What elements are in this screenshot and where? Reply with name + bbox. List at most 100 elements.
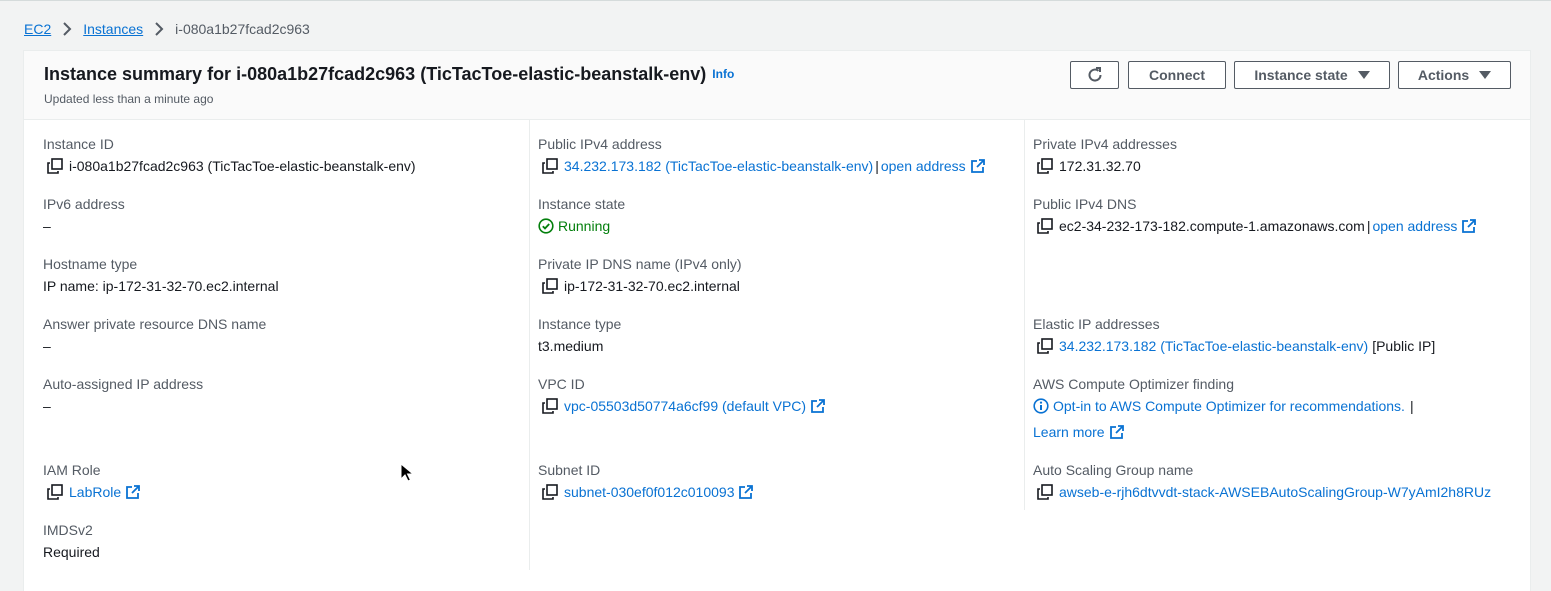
breadcrumb-current: i-080a1b27fcad2c963 (175, 21, 310, 37)
chevron-right-icon (155, 22, 164, 36)
actions-button[interactable]: Actions (1398, 61, 1511, 89)
instance-summary-panel: Instance summary for i-080a1b27fcad2c963… (24, 51, 1530, 591)
field-answer-dns: Answer private resource DNS name – (43, 314, 266, 356)
copy-icon[interactable] (1037, 158, 1053, 174)
details-column-3: Private IPv4 addresses 172.31.32.70 Publ… (1024, 120, 1531, 510)
field-instance-id: Instance ID i-080a1b27fcad2c963 (TicTacT… (43, 134, 416, 176)
external-link-icon[interactable] (811, 399, 825, 413)
field-label: IAM Role (43, 462, 101, 478)
copy-icon[interactable] (542, 158, 558, 174)
open-address-link[interactable]: open address (881, 156, 966, 176)
field-public-ipv4: Public IPv4 address 34.232.173.182 (TicT… (538, 134, 985, 176)
field-value: IP name: ip-172-31-32-70.ec2.internal (43, 278, 279, 294)
field-label: Elastic IP addresses (1033, 316, 1160, 332)
field-auto-scaling-group: Auto Scaling Group name awseb-e-rjh6dtvv… (1033, 460, 1491, 502)
field-label: Public IPv4 address (538, 136, 662, 152)
field-private-ip-dns: Private IP DNS name (IPv4 only) ip-172-3… (538, 254, 742, 296)
field-imdsv2: IMDSv2 Required (43, 520, 100, 562)
caret-down-icon (1357, 71, 1370, 79)
field-label: Instance state (538, 196, 626, 212)
field-vpc-id: VPC ID vpc-05503d50774a6cf99 (default VP… (538, 374, 825, 416)
field-hostname-type: Hostname type IP name: ip-172-31-32-70.e… (43, 254, 279, 296)
external-link-icon[interactable] (1462, 219, 1477, 233)
breadcrumb-instances[interactable]: Instances (83, 21, 143, 37)
status-running: Running (558, 218, 611, 234)
field-elastic-ip: Elastic IP addresses 34.232.173.182 (Tic… (1033, 314, 1435, 356)
copy-icon[interactable] (542, 398, 558, 414)
field-ipv6-address: IPv6 address – (43, 194, 125, 236)
caret-down-icon (1479, 71, 1492, 79)
learn-more-link[interactable]: Learn more (1033, 422, 1105, 442)
page-title: Instance summary for i-080a1b27fcad2c963… (44, 64, 734, 85)
field-value: Required (43, 544, 100, 560)
field-subnet-id: Subnet ID subnet-030ef0f012c010093 (538, 460, 754, 502)
public-ipv4-link[interactable]: 34.232.173.182 (TicTacToe-elastic-beanst… (564, 156, 873, 176)
breadcrumb-ec2[interactable]: EC2 (24, 21, 51, 37)
refresh-icon (1088, 67, 1102, 82)
field-label: Subnet ID (538, 462, 601, 478)
field-value: i-080a1b27fcad2c963 (TicTacToe-elastic-b… (69, 158, 416, 174)
field-value: ec2-34-232-173-182.compute-1.amazonaws.c… (1059, 218, 1365, 234)
field-value: – (43, 218, 51, 234)
separator: | (1366, 218, 1371, 234)
breadcrumb: EC2 Instances i-080a1b27fcad2c963 (24, 19, 310, 39)
copy-icon[interactable] (542, 278, 558, 294)
external-link-icon[interactable] (970, 159, 985, 173)
field-value: ip-172-31-32-70.ec2.internal (564, 278, 740, 294)
mouse-pointer-icon (400, 463, 414, 482)
copy-icon[interactable] (47, 158, 63, 174)
details-column-2: Public IPv4 address 34.232.173.182 (TicT… (529, 120, 1025, 570)
separator: | (875, 158, 879, 174)
field-label: IPv6 address (43, 196, 125, 212)
elastic-ip-link[interactable]: 34.232.173.182 (TicTacToe-elastic-beanst… (1059, 336, 1368, 356)
success-check-icon (538, 218, 554, 234)
top-divider (0, 0, 1551, 1)
iam-role-link[interactable]: LabRole (69, 482, 121, 502)
title-text: Instance summary for i-080a1b27fcad2c963… (44, 64, 707, 84)
instance-state-button[interactable]: Instance state (1234, 61, 1390, 89)
field-value: – (43, 398, 51, 414)
copy-icon[interactable] (1037, 338, 1053, 354)
field-iam-role: IAM Role LabRole (43, 460, 141, 502)
field-label: Private IPv4 addresses (1033, 136, 1177, 152)
updated-text: Updated less than a minute ago (44, 92, 214, 106)
external-link-icon[interactable] (1109, 425, 1124, 439)
public-ip-tag: [Public IP] (1372, 338, 1436, 354)
optimizer-opt-in-link[interactable]: Opt-in to AWS Compute Optimizer for reco… (1053, 396, 1405, 416)
field-public-dns: Public IPv4 DNS ec2-34-232-173-182.compu… (1033, 194, 1477, 236)
auto-scaling-group-link[interactable]: awseb-e-rjh6dtvvdt-stack-AWSEBAutoScalin… (1059, 482, 1491, 502)
copy-icon[interactable] (1037, 484, 1053, 500)
field-label: Answer private resource DNS name (43, 316, 267, 332)
field-instance-state: Instance state Running (538, 194, 625, 236)
chevron-right-icon (63, 22, 72, 36)
info-circle-icon (1033, 398, 1049, 414)
field-label: Auto-assigned IP address (43, 376, 204, 392)
field-value: t3.medium (538, 338, 604, 354)
field-label: Instance type (538, 316, 622, 332)
actions-label: Actions (1417, 67, 1470, 83)
field-label: Auto Scaling Group name (1033, 462, 1194, 478)
field-label: VPC ID (538, 376, 585, 392)
external-link-icon[interactable] (739, 485, 754, 499)
field-auto-assigned-ip: Auto-assigned IP address – (43, 374, 203, 416)
subnet-id-link[interactable]: subnet-030ef0f012c010093 (564, 482, 734, 502)
external-link-icon[interactable] (126, 485, 141, 499)
field-label: IMDSv2 (43, 522, 93, 538)
copy-icon[interactable] (542, 484, 558, 500)
vpc-id-link[interactable]: vpc-05503d50774a6cf99 (default VPC) (564, 396, 806, 416)
refresh-button[interactable] (1070, 61, 1119, 89)
field-label: AWS Compute Optimizer finding (1033, 376, 1234, 392)
panel-header: Instance summary for i-080a1b27fcad2c963… (24, 51, 1530, 120)
open-address-link[interactable]: open address (1372, 216, 1457, 236)
connect-button[interactable]: Connect (1128, 61, 1226, 89)
field-label: Hostname type (43, 256, 138, 272)
field-value: – (43, 338, 51, 354)
instance-state-label: Instance state (1254, 67, 1348, 83)
copy-icon[interactable] (1037, 218, 1053, 234)
field-label: Public IPv4 DNS (1033, 196, 1137, 212)
field-value: 172.31.32.70 (1059, 158, 1141, 174)
separator: | (1409, 398, 1414, 414)
info-link[interactable]: Info (712, 67, 734, 81)
field-private-ipv4: Private IPv4 addresses 172.31.32.70 (1033, 134, 1177, 176)
copy-icon[interactable] (47, 484, 63, 500)
